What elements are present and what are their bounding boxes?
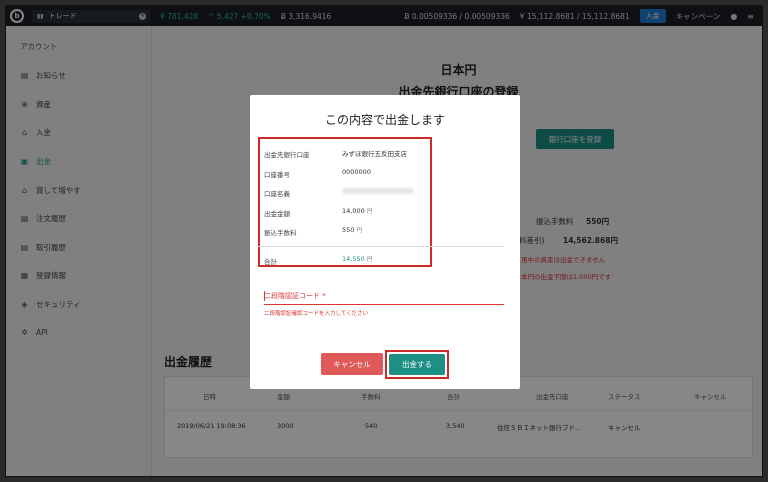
redacted-name xyxy=(342,188,414,194)
account-number-value: 0000000 xyxy=(342,168,371,176)
amount-unit: 円 xyxy=(366,209,373,215)
dialog-title: この内容で出金します xyxy=(324,113,445,127)
otp-help-text: 二段階認証確認コードを入力してください xyxy=(264,311,369,317)
amount-label: 出金金額 xyxy=(264,210,290,218)
submit-highlight: 出金する xyxy=(385,350,449,379)
fee-unit: 円 xyxy=(356,228,363,234)
fee-number: 550 xyxy=(342,226,355,234)
amount-number: 14,000 xyxy=(342,207,365,215)
amount-value: 14,000 円 xyxy=(342,207,372,215)
bank-account-label: 出金先銀行口座 xyxy=(264,151,310,159)
total-value: 14,550 円 xyxy=(342,255,372,263)
app-window: b ▮▮ トレード ✕ ¥ 781,428 ^ 5,427 +0.70% Ƀ 3… xyxy=(5,5,763,477)
fee-label: 振込手数料 xyxy=(264,229,297,237)
otp-underline xyxy=(264,304,504,305)
divider xyxy=(258,246,504,247)
withdraw-confirm-dialog: この内容で出金します 出金先銀行口座 みずほ銀行五反田支店 口座番号 00000… xyxy=(250,95,520,389)
total-unit: 円 xyxy=(366,257,373,263)
total-label: 合計 xyxy=(264,258,277,266)
cancel-button[interactable]: キャンセル xyxy=(321,353,383,375)
total-number: 14,550 xyxy=(342,255,365,263)
fee-value: 550 円 xyxy=(342,226,362,234)
account-number-label: 口座番号 xyxy=(264,171,290,179)
otp-field[interactable]: 二段階認証コード * xyxy=(264,291,326,301)
account-holder-label: 口座名義 xyxy=(264,190,290,198)
bank-account-value: みずほ銀行五反田支店 xyxy=(342,150,407,158)
withdraw-button[interactable]: 出金する xyxy=(389,354,445,375)
account-holder-value xyxy=(342,188,414,196)
